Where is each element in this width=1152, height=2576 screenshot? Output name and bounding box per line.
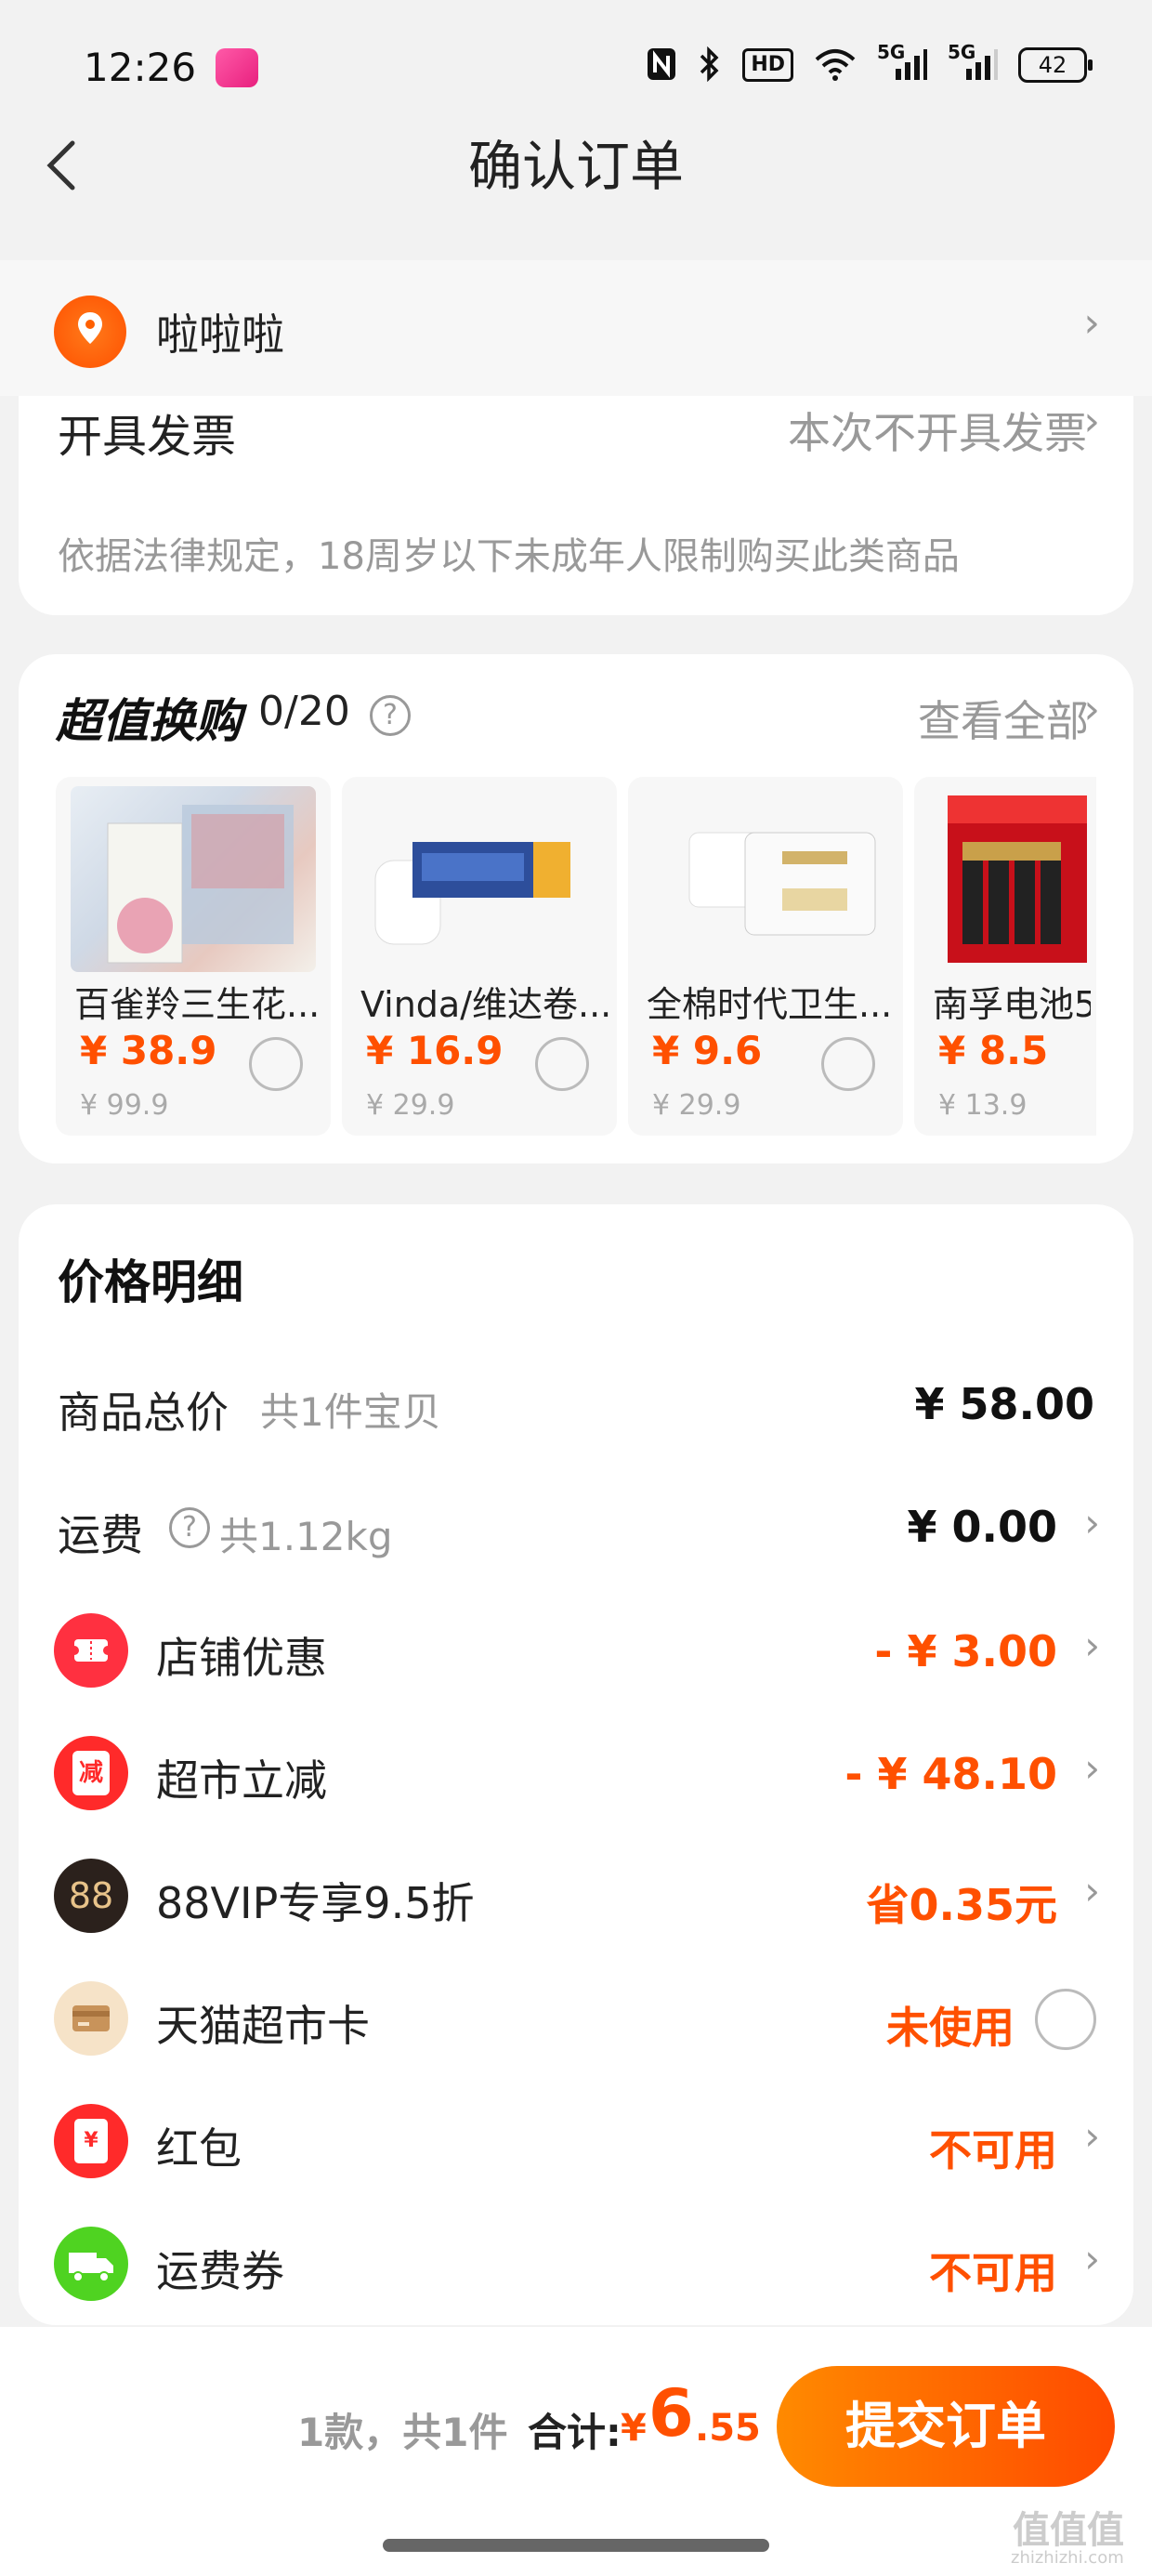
product-price: ¥ 38.9 [80, 1028, 217, 1073]
chevron-right-icon: › [1084, 1623, 1100, 1668]
swap-product-card[interactable]: 全棉时代卫生... ¥ 9.6 ¥ 29.9 [628, 777, 903, 1136]
app-notification-icon [216, 48, 258, 87]
truck-icon [54, 2227, 128, 2301]
page-title: 确认订单 [467, 135, 684, 198]
total-currency: ¥ [621, 2407, 647, 2450]
invoice-label: 开具发票 [58, 411, 237, 463]
chevron-right-icon: › [1084, 2236, 1100, 2281]
product-original-price: ¥ 99.9 [80, 1089, 169, 1122]
shipping-voucher-label: 运费券 [156, 2246, 284, 2296]
supermarket-discount-label: 超市立减 [156, 1755, 327, 1806]
chevron-right-icon: › [1084, 1868, 1100, 1913]
select-radio[interactable] [821, 1037, 875, 1091]
status-time: 12:26 [84, 45, 197, 90]
chevron-right-icon: › [1084, 1745, 1100, 1791]
swap-product-card[interactable]: Vinda/维达卷... ¥ 16.9 ¥ 29.9 [342, 777, 617, 1136]
item-count: 1款，共1件 [297, 2410, 508, 2455]
card-icon [54, 1981, 128, 2056]
5g-label: 5G [877, 41, 906, 63]
chevron-right-icon: › [1084, 2113, 1100, 2159]
swap-product-card[interactable]: 百雀羚三生花... ¥ 38.9 ¥ 99.9 [56, 777, 331, 1136]
product-original-price: ¥ 13.9 [938, 1089, 1028, 1122]
wifi-icon [814, 46, 857, 84]
select-radio[interactable] [249, 1037, 303, 1091]
product-name: 全棉时代卫生... [647, 984, 893, 1025]
vip88-icon: 88 [54, 1859, 128, 1933]
bluetooth-icon [698, 46, 722, 84]
submit-order-button[interactable]: 提交订单 [777, 2366, 1115, 2487]
product-original-price: ¥ 29.9 [652, 1089, 741, 1122]
tmall-card-value: 未使用 [886, 2003, 1015, 2053]
shipping-weight: 共1.12kg [219, 1514, 393, 1559]
product-image [643, 786, 888, 972]
red-packet-icon-text: ¥ [74, 2119, 108, 2163]
shop-discount-label: 店铺优惠 [156, 1633, 327, 1683]
5g-signal-icon: 5G [877, 41, 927, 84]
battery-icon: 42 [1018, 47, 1093, 83]
5g-label: 5G [948, 41, 976, 63]
vip-discount-label: 88VIP专享9.5折 [156, 1878, 475, 1928]
product-name: 南孚电池5 [933, 984, 1091, 1025]
shop-coupon-icon [54, 1613, 128, 1688]
product-price: ¥ 16.9 [366, 1028, 504, 1073]
help-icon[interactable]: ? [370, 695, 411, 736]
tmall-card-radio[interactable] [1035, 1989, 1096, 2050]
total-price-label: 商品总价 [58, 1387, 229, 1438]
shop-discount-value[interactable]: - ¥ 3.00 [874, 1626, 1057, 1676]
status-icons: HD 5G 5G 42 [646, 41, 1093, 84]
address-name: 啦啦啦 [156, 309, 284, 360]
shipping-voucher-value[interactable]: 不可用 [929, 2240, 1057, 2301]
total-label: 合计: [528, 2410, 622, 2455]
age-restriction-notice: 依据法律规定，18周岁以下未成年人限制购买此类商品 [58, 535, 960, 578]
product-price: ¥ 9.6 [652, 1028, 763, 1073]
watermark: 值值值 [1013, 2509, 1124, 2552]
product-original-price: ¥ 29.9 [366, 1089, 455, 1122]
discount-icon-text: 减 [72, 1751, 110, 1795]
shipping-value[interactable]: ¥ 0.00 [907, 1502, 1057, 1552]
swap-product-card[interactable]: 南孚电池5 ¥ 8.5 ¥ 13.9 [914, 777, 1096, 1136]
total-amount-decimal: .55 [695, 2407, 761, 2450]
chevron-right-icon: › [1084, 1500, 1100, 1545]
discount-icon: 减 [54, 1736, 128, 1810]
red-packet-value[interactable]: 不可用 [929, 2117, 1057, 2178]
swap-title: 超值换购 [56, 694, 242, 748]
chevron-right-icon: › [1083, 398, 1100, 445]
watermark-url: zhizhizhi.com [1011, 2548, 1124, 2568]
chevron-right-icon: › [1083, 299, 1100, 347]
total-amount-integer: 6 [648, 2375, 694, 2451]
location-pin-icon [54, 296, 126, 368]
swap-count: 0/20 [258, 688, 350, 735]
product-image [71, 786, 316, 972]
price-detail-title: 价格明细 [58, 1255, 243, 1309]
nfc-icon [646, 46, 677, 84]
invoice-value[interactable]: 本次不开具发票 [788, 400, 1087, 461]
red-packet-label: 红包 [156, 2123, 242, 2174]
hd-icon: HD [742, 48, 793, 82]
product-image [929, 786, 1096, 972]
supermarket-discount-value[interactable]: - ¥ 48.10 [844, 1749, 1057, 1799]
product-price: ¥ 8.5 [938, 1028, 1049, 1073]
shipping-label: 运费 [58, 1510, 143, 1560]
view-all-link[interactable]: 查看全部 [918, 688, 1089, 749]
tmall-card-label: 天猫超市卡 [156, 2001, 370, 2051]
home-indicator[interactable] [383, 2539, 769, 2552]
total-price-value: ¥ 58.00 [914, 1379, 1094, 1429]
vip-discount-value[interactable]: 省0.35元 [867, 1872, 1058, 1933]
select-radio[interactable] [535, 1037, 589, 1091]
product-image [357, 786, 602, 972]
product-name: 百雀羚三生花... [74, 984, 321, 1025]
help-icon[interactable]: ? [169, 1507, 210, 1548]
5g-signal-icon-2: 5G [948, 41, 998, 84]
product-name: Vinda/维达卷... [360, 984, 611, 1025]
total-items-text: 共1件宝贝 [260, 1389, 441, 1435]
red-packet-icon: ¥ [54, 2104, 128, 2178]
chevron-right-icon: › [1083, 686, 1100, 733]
